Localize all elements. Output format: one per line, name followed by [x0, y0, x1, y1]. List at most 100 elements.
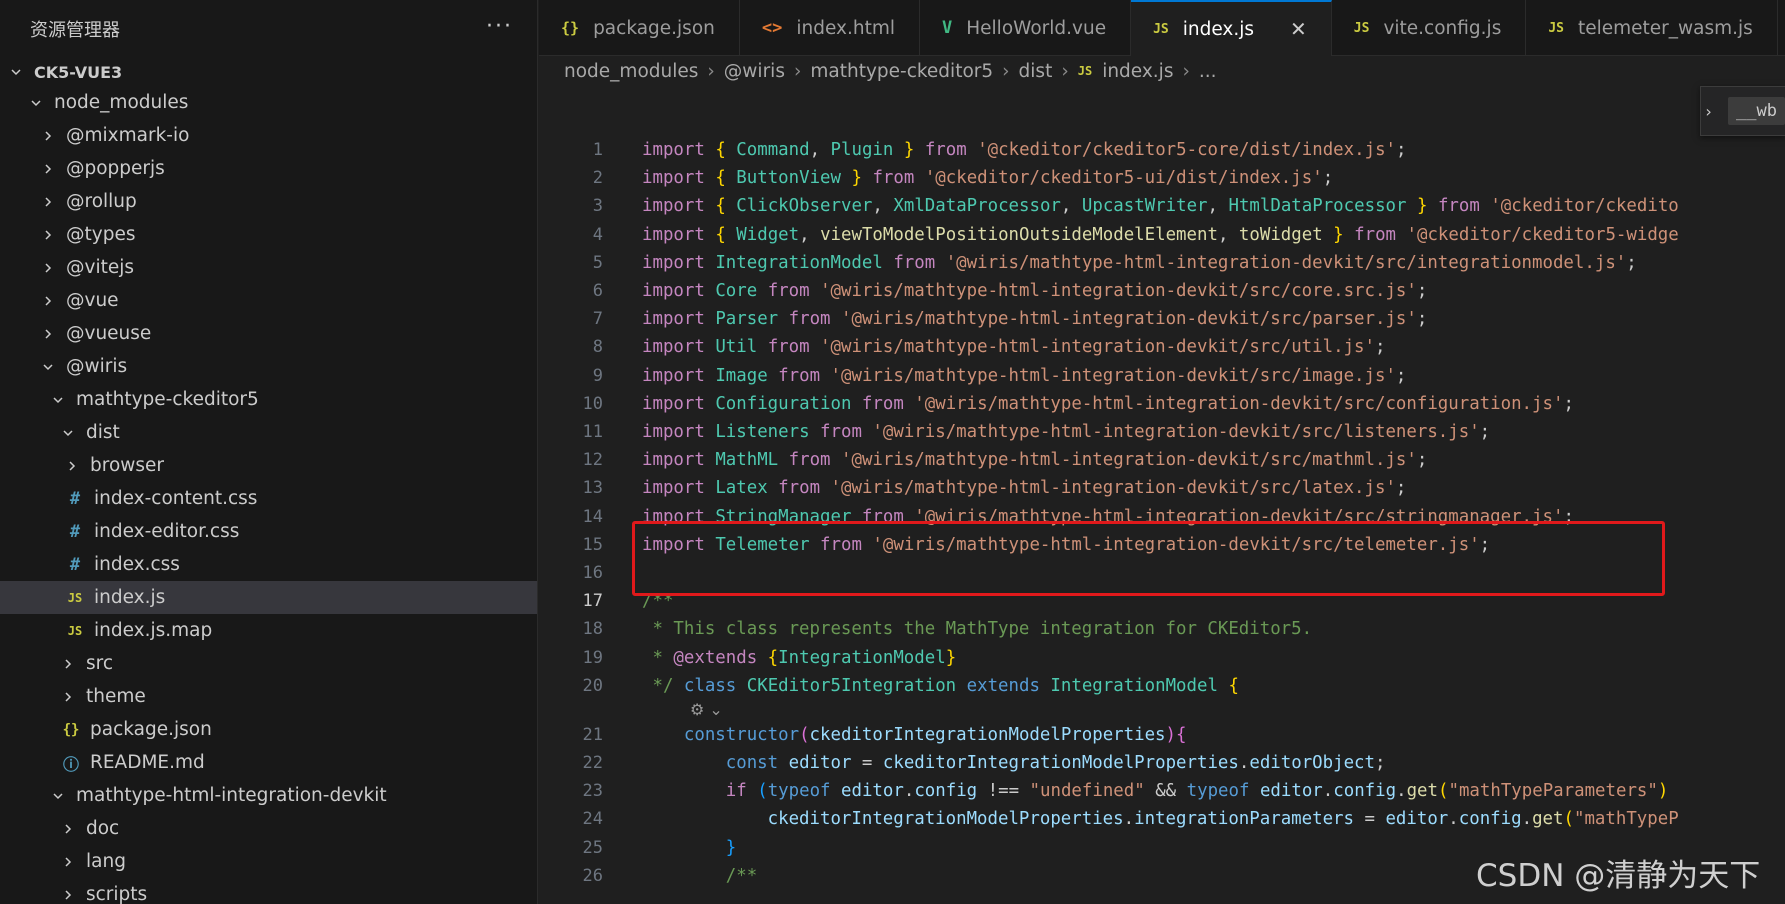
more-actions-icon[interactable]: ···: [486, 14, 513, 39]
code-line[interactable]: 18 * This class represents the MathType …: [539, 615, 1785, 643]
chevron-right-icon: [40, 161, 56, 177]
editor-tab[interactable]: {} package.json: [539, 0, 740, 56]
breadcrumb-item[interactable]: dist: [1019, 61, 1053, 82]
tree-item-label: @vue: [66, 290, 119, 311]
code-line[interactable]: 19 * @extends {IntegrationModel}: [539, 644, 1785, 672]
line-number: 24: [582, 809, 603, 830]
editor-tab[interactable]: JS index.js ✕: [1131, 0, 1332, 56]
editor-tab[interactable]: JS telemeter_wasm.js: [1526, 0, 1778, 56]
close-icon[interactable]: ✕: [1290, 17, 1307, 41]
code-line[interactable]: 2 import { ButtonView } from '@ckeditor/c…: [539, 164, 1785, 192]
tree-file[interactable]: JS index.js: [0, 581, 537, 614]
tree-item-label: index.css: [94, 554, 180, 575]
code-text: import Parser from '@wiris/mathtype-html…: [642, 309, 1428, 330]
line-number: 8: [592, 337, 603, 358]
editor-tab[interactable]: <> index.html: [740, 0, 920, 56]
chevron-right-icon: [40, 227, 56, 243]
tree-folder[interactable]: @rollup: [0, 185, 537, 218]
line-number: 6: [592, 281, 603, 301]
breadcrumb-symbols[interactable]: ...: [1199, 61, 1217, 82]
code-text: import Listeners from '@wiris/mathtype-h…: [642, 422, 1491, 442]
explorer-title: 资源管理器: [30, 20, 120, 41]
tab-label: telemeter_wasm.js: [1577, 17, 1753, 39]
code-line[interactable]: 6 import Core from '@wiris/mathtype-html-…: [539, 277, 1785, 305]
code-text: ckeditorIntegrationModelProperties.integ…: [767, 809, 1679, 830]
chevron-right-icon: ›: [1182, 60, 1190, 82]
chevron-right-icon: [64, 458, 80, 474]
tree-item-label: package.json: [90, 719, 212, 740]
breadcrumb-item[interactable]: node_modules: [564, 61, 698, 82]
code-text: const editor = ckeditorIntegrationModelP…: [725, 753, 1386, 773]
tree-folder[interactable]: dist: [0, 416, 537, 449]
line-number: 18: [582, 619, 603, 640]
tree-folder[interactable]: @types: [0, 218, 537, 251]
tree-file[interactable]: # index-editor.css: [0, 515, 537, 548]
breadcrumb-item[interactable]: mathtype-ckeditor5: [810, 61, 993, 82]
code-line[interactable]: 4 import { Widget, viewToModelPositionOut…: [539, 221, 1785, 249]
json-file-icon: {}: [561, 19, 580, 37]
line-number: 22: [582, 753, 603, 773]
chevron-right-icon[interactable]: ›: [1701, 102, 1716, 121]
sticky-scroll-widget[interactable]: › __wb: [1700, 86, 1785, 136]
chevron-down-icon: [28, 95, 44, 111]
tree-folder[interactable]: mathtype-html-integration-devkit: [0, 779, 537, 812]
code-line[interactable]: 12 import MathML from '@wiris/mathtype-ht…: [539, 446, 1785, 474]
code-line[interactable]: 9 import Image from '@wiris/mathtype-html…: [539, 362, 1785, 390]
tree-folder[interactable]: browser: [0, 449, 537, 482]
tab-label: index.html: [796, 17, 895, 39]
tree-folder[interactable]: lang: [0, 845, 537, 878]
chevron-down-icon: [8, 64, 24, 80]
tree-folder[interactable]: @wiris: [0, 350, 537, 383]
tab-label: index.js: [1182, 18, 1255, 40]
tree-folder[interactable]: @vueuse: [0, 317, 537, 350]
code-line[interactable]: 22 const editor = ckeditorIntegrationMod…: [539, 749, 1785, 777]
tree-file[interactable]: # index-content.css: [0, 482, 537, 515]
code-text: */ class CKEditor5Integration extends In…: [642, 675, 1239, 696]
chevron-right-icon: [40, 194, 56, 210]
tree-file[interactable]: # index.css: [0, 548, 537, 581]
code-line[interactable]: 10 import Configuration from '@wiris/math…: [539, 390, 1785, 418]
codelens-icon[interactable]: ⚙ ⌄: [690, 700, 723, 719]
breadcrumb-file[interactable]: index.js: [1102, 61, 1173, 82]
tree-folder[interactable]: doc: [0, 812, 537, 845]
tree-folder[interactable]: scripts: [0, 878, 537, 904]
code-line[interactable]: 21 constructor(ckeditorIntegrationModelP…: [539, 721, 1785, 749]
tree-folder[interactable]: @vitejs: [0, 251, 537, 284]
code-line[interactable]: 3 import { ClickObserver, XmlDataProcesso…: [539, 192, 1785, 220]
line-number: 26: [582, 865, 603, 886]
code-line[interactable]: 7 import Parser from '@wiris/mathtype-htm…: [539, 305, 1785, 333]
tree-folder[interactable]: @vue: [0, 284, 537, 317]
tree-folder[interactable]: mathtype-ckeditor5: [0, 383, 537, 416]
tree-folder[interactable]: src: [0, 647, 537, 680]
line-number: 10: [582, 393, 603, 414]
tree-folder[interactable]: @mixmark-io: [0, 119, 537, 152]
code-line[interactable]: 23 if (typeof editor.config !== "undefin…: [539, 777, 1785, 805]
tree-file[interactable]: JS index.js.map: [0, 614, 537, 647]
js-file-icon: JS: [1353, 20, 1370, 36]
code-line[interactable]: 5 import IntegrationModel from '@wiris/ma…: [539, 249, 1785, 277]
code-editor[interactable]: 1 import { Command, Plugin } from '@ckedi…: [539, 136, 1785, 904]
line-number: 14: [582, 506, 603, 527]
line-number: 17: [582, 591, 603, 612]
chevron-right-icon: [60, 887, 76, 903]
code-line[interactable]: 13 import Latex from '@wiris/mathtype-htm…: [539, 474, 1785, 502]
tree-file[interactable]: ⓘ README.md: [0, 746, 537, 779]
editor-tab[interactable]: V HelloWorld.vue: [920, 0, 1132, 56]
code-line[interactable]: 8 import Util from '@wiris/mathtype-html-…: [539, 333, 1785, 361]
tree-folder[interactable]: @popperjs: [0, 152, 537, 185]
tree-item-label: src: [86, 653, 114, 674]
breadcrumb-item[interactable]: @wiris: [724, 61, 785, 82]
code-text: if (typeof editor.config !== "undefined"…: [725, 781, 1669, 802]
code-text: import MathML from '@wiris/mathtype-html…: [642, 450, 1428, 471]
code-line[interactable]: 20 */ class CKEditor5Integration extends…: [539, 672, 1785, 700]
tree-file[interactable]: {} package.json: [0, 713, 537, 746]
code-line[interactable]: 1 import { Command, Plugin } from '@ckedi…: [539, 136, 1785, 164]
code-text: /**: [725, 865, 758, 886]
tree-item-label: dist: [86, 422, 120, 443]
code-line[interactable]: 11 import Listeners from '@wiris/mathtype…: [539, 418, 1785, 446]
tree-folder[interactable]: theme: [0, 680, 537, 713]
tree-folder[interactable]: node_modules: [0, 86, 537, 119]
workspace-root[interactable]: CK5-VUE3: [0, 58, 537, 86]
code-line[interactable]: 24 ckeditorIntegrationModelProperties.in…: [539, 805, 1785, 833]
editor-tab[interactable]: JS vite.config.js: [1332, 0, 1527, 56]
